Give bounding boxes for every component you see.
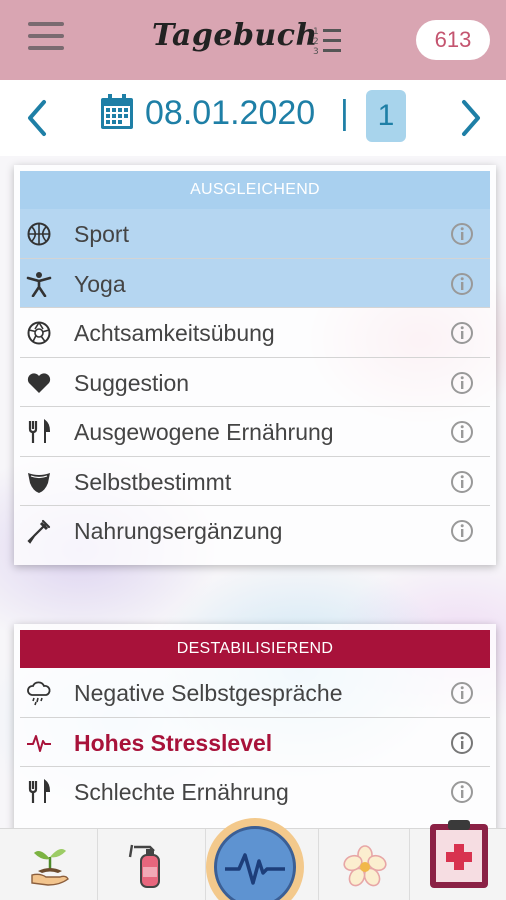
factor-row-yoga[interactable]: Yoga (20, 258, 490, 308)
flower-icon (343, 845, 387, 887)
fork-knife-icon (28, 419, 51, 443)
factor-row-self-determined[interactable]: Selbstbestimmt (20, 457, 490, 506)
svg-text:1: 1 (313, 27, 319, 37)
factor-label: Suggestion (74, 369, 190, 396)
cloud-rain-icon (27, 681, 51, 706)
basketball-icon (27, 222, 51, 246)
numbered-list-icon[interactable]: 1 2 3 (312, 24, 344, 58)
factor-label: Yoga (74, 270, 126, 297)
factor-label: Hohes Stresslevel (74, 729, 273, 756)
hamburger-menu-icon[interactable] (28, 22, 64, 58)
current-date[interactable]: 08.01.2020 (145, 94, 315, 133)
factor-row-mindfulness[interactable]: Achtsamkeitsübung (20, 308, 490, 358)
app-title: Tagebuch (152, 18, 318, 53)
heart-icon (27, 372, 51, 393)
card-header-destabilizing: DESTABILISIEREND (20, 630, 490, 668)
factor-row-poor-diet[interactable]: Schlechte Ernährung (20, 767, 490, 817)
heartbeat-line-icon (27, 734, 51, 752)
person-stretch-icon (26, 271, 52, 297)
factor-row-sport[interactable]: Sport (20, 209, 490, 259)
info-icon[interactable] (450, 272, 474, 296)
day-index-box[interactable]: 1 (366, 90, 406, 142)
info-icon[interactable] (450, 321, 474, 345)
info-icon[interactable] (450, 420, 474, 444)
destabilizing-factors-card: DESTABILISIEREND Negative Selbstgespräch… (14, 624, 496, 834)
calendar-icon[interactable] (100, 94, 134, 130)
info-icon[interactable] (450, 681, 474, 705)
info-icon[interactable] (450, 222, 474, 246)
factor-row-supplements[interactable]: Nahrungsergänzung (20, 506, 490, 556)
entry-counter-badge[interactable]: 613 (416, 20, 490, 60)
nav-item-growth[interactable] (0, 829, 98, 900)
info-icon[interactable] (450, 371, 474, 395)
info-icon[interactable] (450, 470, 474, 494)
svg-text:3: 3 (313, 47, 319, 57)
nav-item-emergency[interactable] (98, 829, 206, 900)
card-header-balancing: AUSGLEICHEND (20, 171, 490, 209)
factor-label: Selbstbestimmt (74, 468, 232, 495)
factor-label: Sport (74, 221, 129, 247)
factor-row-high-stress[interactable]: Hohes Stresslevel (20, 718, 490, 767)
medical-clipboard-icon[interactable] (428, 818, 490, 890)
previous-day-arrow-icon[interactable] (22, 96, 52, 140)
svg-text:2: 2 (313, 37, 319, 47)
factor-label: Schlechte Ernährung (74, 779, 289, 805)
app-header: Tagebuch 1 2 3 613 (0, 0, 506, 80)
info-icon[interactable] (450, 780, 474, 804)
factor-row-balanced-diet[interactable]: Ausgewogene Ernährung (20, 407, 490, 457)
balancing-factors-card: AUSGLEICHEND Sport Yoga Achtsamkeitsübun… (14, 165, 496, 565)
aperture-icon (27, 321, 51, 345)
factor-label: Ausgewogene Ernährung (74, 419, 334, 445)
factor-row-suggestion[interactable]: Suggestion (20, 358, 490, 407)
fire-extinguisher-icon (128, 844, 160, 888)
dropper-icon (27, 519, 51, 544)
nav-item-relax[interactable] (318, 829, 410, 900)
next-day-arrow-icon[interactable] (456, 96, 486, 140)
date-separator: | (340, 94, 349, 132)
plant-hand-icon (31, 849, 69, 886)
shield-icon (28, 472, 50, 493)
factor-label: Achtsamkeitsübung (74, 320, 275, 346)
factor-label: Nahrungsergänzung (74, 518, 283, 544)
info-icon[interactable] (450, 731, 474, 755)
factor-row-negative-self-talk[interactable]: Negative Selbstgespräche (20, 668, 490, 718)
fork-knife-icon (28, 779, 51, 803)
factor-label: Negative Selbstgespräche (74, 680, 343, 706)
heartbeat-circle-icon (214, 826, 296, 900)
info-icon[interactable] (450, 519, 474, 543)
